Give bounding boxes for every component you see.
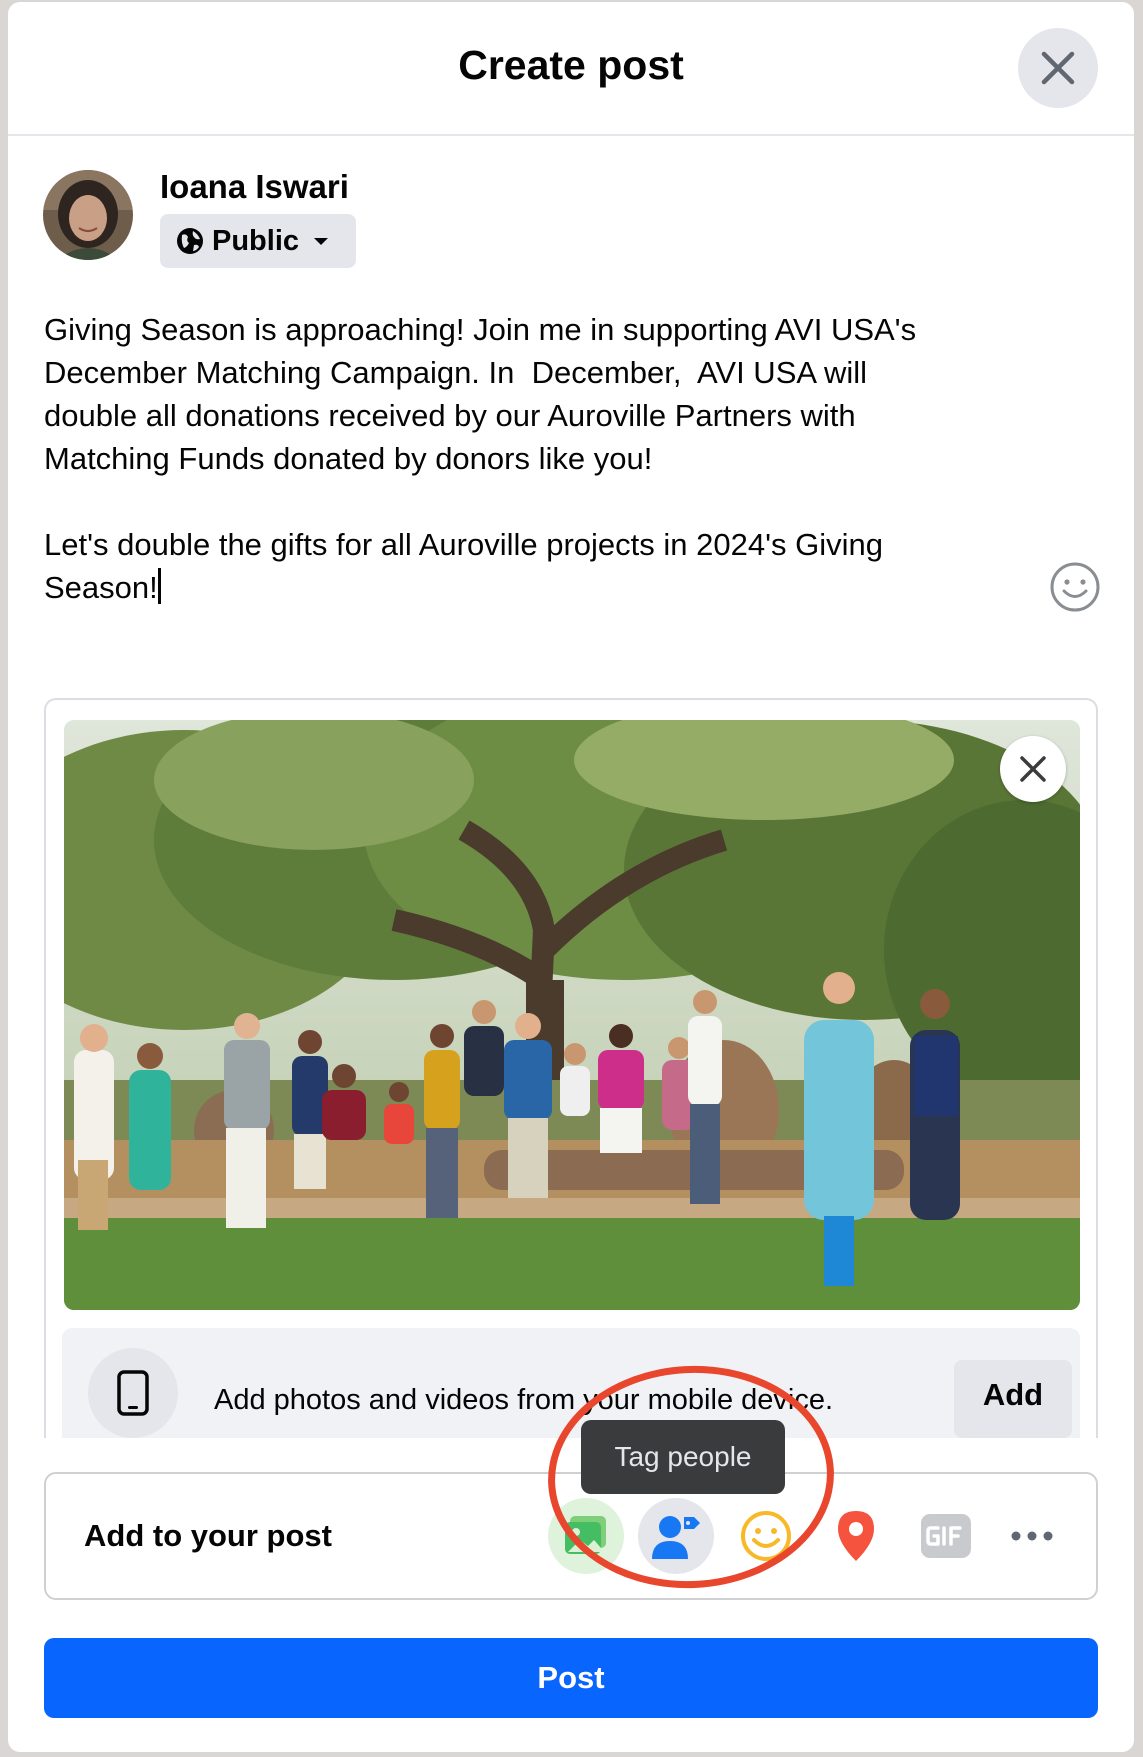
close-button[interactable]	[1018, 28, 1098, 108]
location-icon	[838, 1511, 874, 1561]
close-icon	[1020, 756, 1046, 782]
dialog-header: Create post	[8, 2, 1134, 136]
text-caret	[157, 568, 161, 604]
smiley-icon	[1050, 562, 1100, 612]
mobile-device-icon	[88, 1348, 178, 1438]
close-icon	[1041, 51, 1075, 85]
more-options-button[interactable]	[994, 1498, 1070, 1574]
attached-photo	[64, 720, 1080, 1310]
post-button[interactable]: Post	[44, 1638, 1098, 1718]
privacy-selector[interactable]: Public	[160, 214, 356, 268]
add-to-post-label: Add to your post	[84, 1518, 332, 1553]
globe-icon	[177, 228, 203, 254]
dialog-title: Create post	[458, 42, 684, 88]
mobile-add-button[interactable]: Add	[954, 1360, 1072, 1438]
gif-button[interactable]	[908, 1498, 984, 1574]
author-name[interactable]: Ioana Iswari	[160, 168, 349, 206]
caret-down-icon	[314, 238, 329, 245]
post-text-area[interactable]: Giving Season is approaching! Join me in…	[44, 308, 1044, 609]
gif-icon	[921, 1514, 971, 1558]
check-in-button[interactable]	[818, 1498, 894, 1574]
privacy-label: Public	[212, 224, 300, 257]
more-icon	[1011, 1531, 1053, 1541]
remove-photo-button[interactable]	[1000, 736, 1066, 802]
media-attachment-box	[44, 698, 1098, 1438]
avatar	[43, 170, 133, 260]
post-paragraph-2: Let's double the gifts for all Auroville…	[44, 527, 883, 605]
create-post-dialog: Create post Ioana Iswari Public Giving S…	[8, 2, 1134, 1752]
post-paragraph-1: Giving Season is approaching! Join me in…	[44, 312, 917, 476]
emoji-picker-button[interactable]	[1048, 560, 1102, 614]
